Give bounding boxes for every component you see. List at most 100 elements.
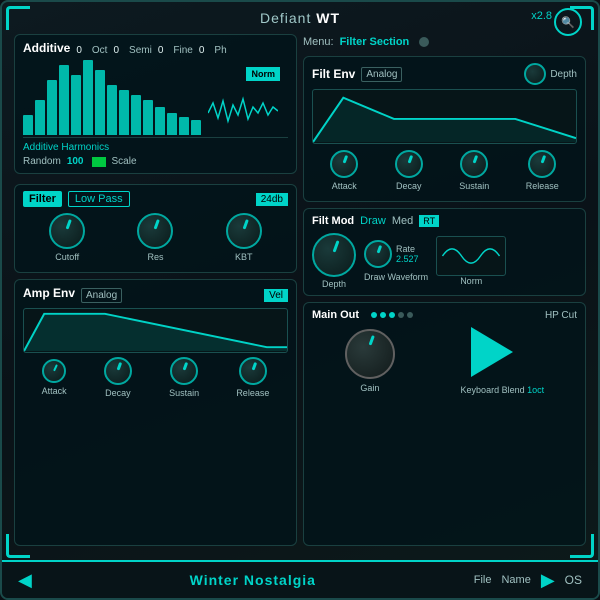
semi-label: Semi: [129, 45, 152, 56]
harmonic-bar[interactable]: [167, 113, 177, 135]
dot-5: [407, 312, 413, 318]
harmonic-bar[interactable]: [191, 120, 201, 135]
cutoff-control: Cutoff: [49, 213, 85, 262]
filt-decay-label: Decay: [396, 181, 422, 191]
title-bar: Defiant WT: [2, 2, 598, 30]
filt-mod-waveform: [436, 236, 506, 276]
filt-decay-knob[interactable]: [395, 150, 423, 178]
hp-cut-label: HP Cut: [545, 310, 577, 321]
cutoff-knob[interactable]: [49, 213, 85, 249]
oct-value: 0: [76, 45, 82, 56]
filt-attack-label: Attack: [332, 181, 357, 191]
draw-tag[interactable]: Draw: [360, 215, 386, 227]
filt-env-analog: Analog: [361, 67, 402, 82]
random-label: Random: [23, 156, 61, 167]
fine-label: Fine: [173, 45, 192, 56]
harmonic-bar[interactable]: [71, 75, 81, 135]
analog-tag: Analog: [81, 288, 122, 303]
amp-attack-control: Attack: [42, 359, 67, 396]
file-button[interactable]: File: [474, 574, 492, 586]
harmonic-bar[interactable]: [179, 117, 189, 135]
harmonics-display: Norm: [23, 63, 288, 138]
filt-attack-knob[interactable]: [330, 150, 358, 178]
rt-box[interactable]: RT: [419, 215, 439, 227]
additive-panel: Additive 0 Oct 0 Semi 0 Fine 0 Ph Norm: [14, 34, 297, 174]
harmonic-bar[interactable]: [95, 70, 105, 135]
oct-label: Oct: [92, 45, 108, 56]
kbt-knob[interactable]: [226, 213, 262, 249]
harmonic-bar[interactable]: [107, 85, 117, 135]
med-tag[interactable]: Med: [392, 215, 413, 227]
amp-decay-control: Decay: [104, 357, 132, 398]
prev-arrow[interactable]: ◀: [18, 570, 32, 591]
random-value[interactable]: 100: [67, 156, 84, 167]
depth-mini-knob[interactable]: [524, 63, 546, 85]
filter-mode[interactable]: Low Pass: [68, 191, 130, 207]
filter-title: Filter: [23, 191, 62, 207]
harmonic-bar[interactable]: [119, 90, 129, 135]
next-arrow[interactable]: ▶: [541, 570, 555, 591]
harmonic-bar[interactable]: [83, 60, 93, 135]
filt-env-title: Filt Env: [312, 67, 355, 81]
gain-label: Gain: [360, 383, 379, 393]
synth-ui: Defiant WT x2.8 🔍 Additive 0 Oct 0 Semi …: [0, 0, 600, 600]
filt-mod-depth-label: Depth: [322, 279, 346, 289]
amp-env-panel: Amp Env Analog Vel Attack: [14, 279, 297, 546]
harmonic-bar[interactable]: [47, 80, 57, 135]
filter-panel: Filter Low Pass 24db Cutoff Res: [14, 184, 297, 273]
menu-filter-section[interactable]: Filter Section: [340, 36, 410, 48]
filt-env-panel: Filt Env Analog Depth: [303, 56, 586, 202]
name-button[interactable]: Name: [501, 574, 530, 586]
main-out-panel: Main Out HP Cut Gain: [303, 302, 586, 546]
norm-box[interactable]: Norm: [246, 67, 280, 81]
draw-waveform-label: Draw Waveform: [364, 272, 428, 282]
scale-label: Scale: [112, 156, 137, 167]
harmonic-bar[interactable]: [59, 65, 69, 135]
dot-2: [380, 312, 386, 318]
kbt-control: KBT: [226, 213, 262, 262]
filt-sustain-label: Sustain: [459, 181, 489, 191]
rate-label: Rate: [396, 244, 419, 254]
filter-db[interactable]: 24db: [256, 193, 288, 206]
filt-mod-panel: Filt Mod Draw Med RT Depth Rate: [303, 208, 586, 296]
corner-tl: [6, 6, 30, 30]
preset-name[interactable]: Winter Nostalgia: [32, 572, 474, 588]
amp-decay-knob[interactable]: [104, 357, 132, 385]
filt-release-knob[interactable]: [528, 150, 556, 178]
menu-indicator: [419, 37, 429, 47]
res-knob[interactable]: [137, 213, 173, 249]
gain-knob[interactable]: [345, 329, 395, 379]
amp-release-knob[interactable]: [239, 357, 267, 385]
amp-attack-knob[interactable]: [42, 359, 66, 383]
harmonic-bar[interactable]: [155, 107, 165, 135]
amp-decay-label: Decay: [105, 388, 131, 398]
harmonic-bar[interactable]: [35, 100, 45, 135]
play-button[interactable]: [471, 327, 513, 377]
amp-release-control: Release: [236, 357, 269, 398]
harmonic-bar[interactable]: [143, 100, 153, 135]
amp-sustain-label: Sustain: [169, 388, 199, 398]
vel-box[interactable]: Vel: [264, 289, 288, 302]
depth-label: Depth: [550, 69, 577, 80]
semi-value: 0: [113, 45, 119, 56]
harmonic-bar[interactable]: [23, 115, 33, 135]
filt-release-label: Release: [526, 181, 559, 191]
filt-mod-depth-knob[interactable]: [312, 233, 356, 277]
magnifier-icon[interactable]: 🔍: [554, 8, 582, 36]
additive-title: Additive: [23, 41, 70, 55]
filt-sustain-knob[interactable]: [460, 150, 488, 178]
title-bold: WT: [316, 10, 340, 26]
scale-color-box: [92, 157, 106, 167]
amp-sustain-control: Sustain: [169, 357, 199, 398]
harmonics-label: Additive Harmonics: [23, 142, 288, 153]
filt-mod-rate-knob[interactable]: [364, 240, 392, 268]
amp-release-label: Release: [236, 388, 269, 398]
amp-sustain-knob[interactable]: [170, 357, 198, 385]
filt-decay-control: Decay: [395, 150, 423, 191]
waveform-svg: [208, 93, 278, 133]
zoom-level: x2.8: [531, 10, 552, 22]
harmonic-bar[interactable]: [131, 95, 141, 135]
bottom-bar: ◀ Winter Nostalgia File Name ▶ OS: [2, 560, 598, 598]
filt-release-control: Release: [526, 150, 559, 191]
filt-mod-norm-label: Norm: [460, 276, 482, 286]
